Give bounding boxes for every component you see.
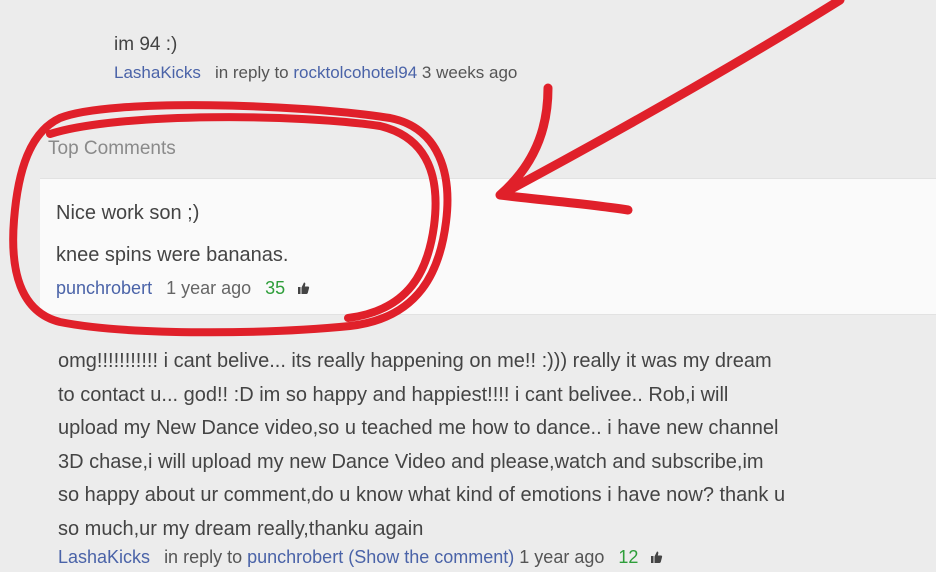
reply-prefix: in reply to — [164, 547, 243, 567]
reply-comment-meta: LashaKicks in reply to punchrobert (Show … — [58, 547, 663, 569]
comment-text-line: 3D chase,i will upload my new Dance Vide… — [58, 450, 764, 473]
comment-time: 1 year ago — [519, 547, 605, 567]
comment-time: 1 year ago — [166, 278, 252, 298]
reply-to-link[interactable]: punchrobert — [247, 547, 343, 567]
top-comment-text-line: Nice work son ;) — [56, 202, 200, 224]
comment-author-link[interactable]: punchrobert — [56, 278, 152, 298]
top-comments-heading: Top Comments — [48, 138, 176, 159]
reply-comment-text: omg!!!!!!!!!!! i cant belive... its real… — [58, 345, 898, 546]
reply-to-link[interactable]: rocktolcohotel94 — [293, 63, 417, 82]
comment-text-line: so much,ur my dream really,thanku again — [58, 517, 424, 540]
reply-prefix: in reply to — [214, 63, 289, 82]
thumbs-up-icon[interactable] — [649, 548, 663, 569]
comment-text-line: so happy about ur comment,do u know what… — [58, 484, 786, 506]
reply-comment-meta: LashaKicks in reply to rocktolcohotel94 3… — [114, 63, 517, 83]
top-comment-text-line: knee spins were bananas. — [56, 244, 289, 266]
comment-text-line: omg!!!!!!!!!!! i cant belive... its real… — [58, 350, 772, 372]
thumbs-up-icon[interactable] — [296, 279, 310, 300]
top-comment-meta: punchrobert 1 year ago 35 — [56, 278, 310, 300]
comment-text-line: to contact u... god!! :D im so happy and… — [58, 383, 729, 406]
comment-author-link[interactable]: LashaKicks — [114, 63, 201, 82]
comment-author-link[interactable]: LashaKicks — [58, 547, 150, 567]
reply-comment-text: im 94 :) — [114, 34, 178, 55]
show-comment-link[interactable]: (Show the comment) — [348, 547, 514, 567]
like-count: 35 — [265, 278, 286, 298]
comment-time: 3 weeks ago — [421, 63, 518, 82]
comment-text-line: upload my New Dance video,so u teached m… — [58, 417, 779, 439]
like-count: 12 — [618, 547, 639, 567]
